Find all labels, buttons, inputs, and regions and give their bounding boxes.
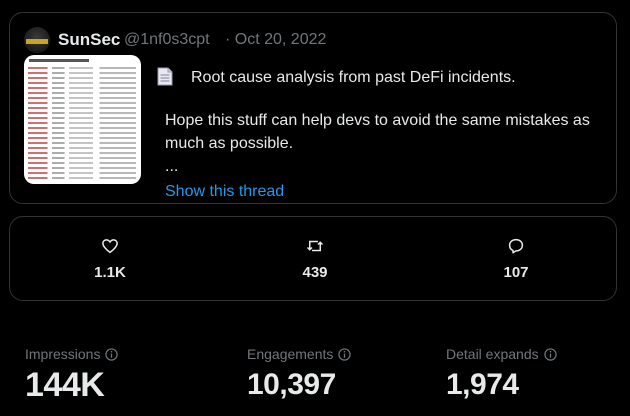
reply-button[interactable]: 107 bbox=[466, 217, 566, 302]
show-thread-link[interactable]: Show this thread bbox=[165, 183, 284, 201]
impressions-metric: Impressions 144K bbox=[25, 346, 119, 405]
tweet-card[interactable]: SunSec @1nf0s3cpt · Oct 20, 2022 Root ca… bbox=[9, 12, 617, 204]
document-icon bbox=[157, 67, 173, 86]
reply-icon bbox=[508, 238, 524, 254]
info-icon[interactable] bbox=[338, 347, 352, 361]
reply-count: 107 bbox=[503, 264, 529, 281]
engagements-metric: Engagements 10,397 bbox=[247, 346, 352, 402]
retweet-icon bbox=[306, 240, 324, 252]
detail-expands-value: 1,974 bbox=[446, 368, 519, 401]
like-count: 1.1K bbox=[94, 264, 126, 281]
tweet-text-line: Hope this stuff can help devs to avoid t… bbox=[165, 112, 590, 129]
tweet-image-thumbnail[interactable] bbox=[24, 55, 141, 184]
retweet-button[interactable]: 439 bbox=[265, 217, 365, 302]
engagements-value: 10,397 bbox=[247, 368, 336, 401]
info-icon[interactable] bbox=[543, 347, 557, 361]
like-button[interactable]: 1.1K bbox=[60, 217, 160, 302]
impressions-label: Impressions bbox=[25, 346, 101, 362]
tweet-date[interactable]: · Oct 20, 2022 bbox=[225, 31, 326, 49]
author-name[interactable]: SunSec bbox=[58, 30, 120, 50]
tweet-text-line: much as possible. bbox=[165, 135, 294, 152]
heart-icon bbox=[102, 239, 118, 254]
tweet-text-ellipsis: ... bbox=[165, 158, 179, 175]
detail-expands-metric: Detail expands 1,974 bbox=[446, 346, 557, 402]
impressions-value: 144K bbox=[25, 366, 105, 404]
tweet-text-line: Root cause analysis from past DeFi incid… bbox=[191, 69, 516, 86]
info-icon[interactable] bbox=[105, 347, 119, 361]
retweet-count: 439 bbox=[302, 264, 328, 281]
detail-expands-label: Detail expands bbox=[446, 346, 539, 362]
engagements-label: Engagements bbox=[247, 346, 334, 362]
avatar[interactable] bbox=[24, 27, 50, 53]
author-handle[interactable]: @1nf0s3cpt bbox=[124, 31, 210, 49]
actions-card: 1.1K 439 107 bbox=[9, 216, 617, 301]
